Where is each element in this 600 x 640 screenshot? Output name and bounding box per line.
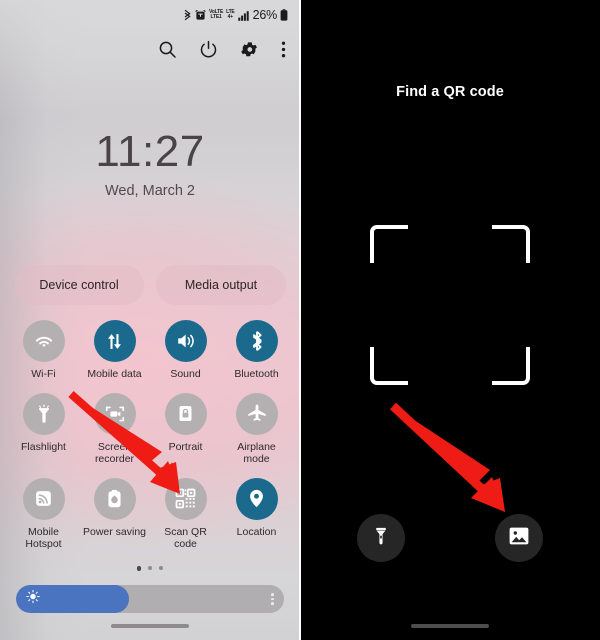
toggle-label: Power saving	[82, 525, 147, 538]
brightness-sun-icon	[26, 589, 40, 609]
clock-date: Wed, March 2	[105, 183, 195, 199]
flashlight-button[interactable]	[357, 514, 405, 562]
shortcut-pill-row: Device control Media output	[14, 265, 286, 305]
toggle-label: Airplane mode	[237, 440, 276, 466]
overflow-menu-icon[interactable]	[281, 40, 286, 59]
bracket-bottom-right	[492, 347, 530, 385]
toggle-portrait[interactable]: Portrait	[150, 392, 221, 466]
quick-settings-panel: VoLTE LTE1 LTE 4+ 26% 11:27 Wed, March 2…	[0, 0, 300, 640]
status-bar: VoLTE LTE1 LTE 4+ 26%	[0, 0, 300, 30]
toggle-location[interactable]: Location	[221, 477, 292, 551]
toggle-label: Portrait	[168, 440, 203, 453]
airplane-icon	[235, 392, 278, 435]
flashlight-icon	[22, 392, 65, 435]
flashlight-icon	[371, 525, 391, 552]
power-saving-icon	[93, 477, 136, 520]
panel-divider	[299, 0, 301, 640]
toggle-flashlight[interactable]: Flashlight	[8, 392, 79, 466]
volte-icon: VoLTE LTE1	[209, 8, 224, 20]
bracket-top-left	[370, 225, 408, 263]
toggle-label: Mobile data	[87, 368, 142, 380]
settings-gear-icon[interactable]	[240, 40, 259, 59]
screen-recorder-icon	[93, 392, 136, 435]
toggle-power-saving[interactable]: Power saving	[79, 477, 150, 551]
sound-icon	[164, 320, 207, 362]
toggle-mobile-hotspot[interactable]: Mobile Hotspot	[8, 477, 79, 551]
home-gesture-bar[interactable]	[111, 624, 189, 628]
brightness-slider[interactable]	[16, 585, 284, 613]
quick-toggle-grid: Wi-Fi Mobile data Sound Bluetooth Flashl…	[8, 320, 292, 551]
signal-bars-icon	[237, 10, 250, 21]
qr-scanner-screen: Find a QR code	[300, 0, 600, 640]
lock-clock: 11:27 Wed, March 2	[0, 127, 300, 200]
qr-scanner-bracket-frame	[370, 225, 530, 385]
search-icon[interactable]	[158, 40, 177, 59]
battery-percent-label: 26%	[252, 8, 278, 22]
toggle-bluetooth[interactable]: Bluetooth	[221, 320, 292, 381]
toggle-label: Mobile Hotspot	[25, 525, 62, 551]
qr-scanner-actions	[300, 514, 600, 562]
toggle-label: Sound	[170, 368, 201, 380]
toggle-label: Wi-Fi	[31, 368, 56, 380]
clock-time: 11:27	[95, 127, 205, 176]
toggle-label: Flashlight	[21, 440, 66, 453]
power-icon[interactable]	[199, 40, 218, 59]
bracket-bottom-left	[370, 347, 408, 385]
toggle-airplane-mode[interactable]: Airplane mode	[221, 392, 292, 466]
device-control-button[interactable]: Device control	[14, 265, 144, 305]
alarm-icon	[195, 9, 206, 21]
toggle-mobile-data[interactable]: Mobile data	[79, 320, 150, 381]
image-gallery-icon	[507, 524, 531, 553]
page-dot-3[interactable]	[159, 566, 164, 571]
toggle-screen-recorder[interactable]: Screen recorder	[79, 392, 150, 466]
quick-settings-toolbar	[158, 40, 286, 59]
location-pin-icon	[235, 477, 278, 520]
bluetooth-icon	[235, 320, 278, 362]
home-gesture-bar[interactable]	[411, 624, 489, 628]
media-output-button[interactable]: Media output	[156, 265, 286, 305]
battery-icon	[280, 9, 288, 21]
bracket-top-right	[492, 225, 530, 263]
brightness-options-icon[interactable]	[271, 593, 274, 605]
toggle-label: Screen recorder	[94, 440, 135, 466]
toggle-sound[interactable]: Sound	[150, 320, 221, 381]
portrait-lock-icon	[164, 392, 207, 435]
mobile-data-icon	[93, 320, 136, 362]
qr-scanner-title: Find a QR code	[396, 84, 504, 100]
screenshot-root: VoLTE LTE1 LTE 4+ 26% 11:27 Wed, March 2…	[0, 0, 600, 640]
hotspot-icon	[22, 477, 65, 520]
gallery-button[interactable]	[495, 514, 543, 562]
toggle-wifi[interactable]: Wi-Fi	[8, 320, 79, 381]
qr-code-icon	[164, 477, 207, 520]
wifi-icon	[22, 320, 65, 362]
toggle-label: Bluetooth	[234, 368, 279, 380]
lte-icon: LTE 4+	[226, 8, 235, 20]
toggle-scan-qr-code[interactable]: Scan QR code	[150, 477, 221, 551]
page-indicator	[0, 566, 300, 571]
toggle-label: Location	[236, 525, 277, 538]
page-dot-2[interactable]	[148, 566, 153, 571]
bluetooth-icon	[183, 9, 192, 21]
toggle-label: Scan QR code	[164, 525, 207, 551]
page-dot-1[interactable]	[136, 566, 142, 571]
